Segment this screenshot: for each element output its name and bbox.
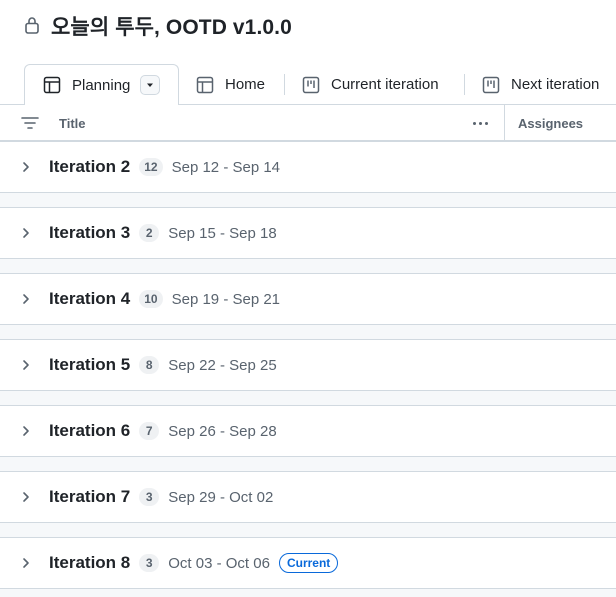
view-tabs: Planning Home Current iteration Next ite… xyxy=(0,64,616,106)
tab-planning[interactable]: Planning xyxy=(24,64,179,106)
item-count-badge: 3 xyxy=(139,554,160,572)
chevron-right-icon[interactable] xyxy=(21,557,31,569)
item-count-badge: 2 xyxy=(139,224,160,242)
column-menu-icon[interactable] xyxy=(466,116,494,130)
iteration-group-row[interactable]: Iteration 5 8 Sep 22 - Sep 25 xyxy=(0,339,616,391)
chevron-right-icon[interactable] xyxy=(21,491,31,503)
table-column-header: Title Assignees xyxy=(0,105,616,141)
iteration-name: Iteration 2 xyxy=(49,157,131,176)
iteration-name: Iteration 6 xyxy=(49,421,131,440)
iteration-name: Iteration 8 xyxy=(49,553,131,572)
board-icon xyxy=(302,76,320,93)
column-divider[interactable] xyxy=(504,105,505,141)
iteration-dates: Sep 29 - Oct 02 xyxy=(168,488,274,506)
tab-divider xyxy=(464,74,465,95)
chevron-right-icon[interactable] xyxy=(21,293,31,305)
iteration-group-row[interactable]: Iteration 6 7 Sep 26 - Sep 28 xyxy=(0,405,616,457)
iteration-dates: Sep 15 - Sep 18 xyxy=(168,224,277,242)
board-icon xyxy=(482,76,500,93)
iteration-group-row[interactable]: Iteration 8 3 Oct 03 - Oct 06 Current xyxy=(0,537,616,589)
item-count-badge: 12 xyxy=(139,158,163,176)
triangle-down-icon xyxy=(147,83,154,87)
tab-current-iteration[interactable]: Current iteration xyxy=(302,64,439,105)
item-count-badge: 8 xyxy=(139,356,160,374)
chevron-right-icon[interactable] xyxy=(21,359,31,371)
iteration-dates: Sep 26 - Sep 28 xyxy=(168,422,277,440)
iteration-name: Iteration 4 xyxy=(49,289,131,308)
table-icon xyxy=(196,76,214,93)
iteration-dates: Sep 12 - Sep 14 xyxy=(171,158,281,176)
iteration-groups: Iteration 2 12 Sep 12 - Sep 14 Iteration… xyxy=(0,141,616,597)
chevron-right-icon[interactable] xyxy=(21,161,31,173)
table-icon xyxy=(43,76,61,94)
tab-label: Current iteration xyxy=(331,76,439,93)
view-options-button[interactable] xyxy=(140,75,161,95)
iteration-name: Iteration 5 xyxy=(49,355,131,374)
tab-home[interactable]: Home xyxy=(196,64,265,105)
iteration-name: Iteration 3 xyxy=(49,223,131,242)
iteration-dates: Sep 22 - Sep 25 xyxy=(168,356,277,374)
tab-label: Planning xyxy=(72,76,131,94)
tab-next-iteration[interactable]: Next iteration xyxy=(482,64,599,105)
tab-divider xyxy=(284,74,285,95)
filter-icon[interactable] xyxy=(21,115,39,131)
iteration-dates: Sep 19 - Sep 21 xyxy=(171,290,281,308)
iteration-dates: Oct 03 - Oct 06 xyxy=(168,554,270,572)
iteration-group-row[interactable]: Iteration 7 3 Sep 29 - Oct 02 xyxy=(0,471,616,523)
iteration-name: Iteration 7 xyxy=(49,487,131,506)
column-assignees[interactable]: Assignees xyxy=(518,116,583,131)
column-title[interactable]: Title xyxy=(59,116,86,131)
project-header: 오늘의 투두, OOTD v1.0.0 xyxy=(0,0,616,64)
project-title: 오늘의 투두, OOTD v1.0.0 xyxy=(51,16,292,39)
item-count-badge: 10 xyxy=(139,290,163,308)
current-iteration-badge: Current xyxy=(278,553,339,573)
tab-label: Next iteration xyxy=(511,76,600,93)
iteration-group-row[interactable]: Iteration 3 2 Sep 15 - Sep 18 xyxy=(0,207,616,259)
iteration-group-row[interactable]: Iteration 4 10 Sep 19 - Sep 21 xyxy=(0,273,616,325)
chevron-right-icon[interactable] xyxy=(21,227,31,239)
item-count-badge: 7 xyxy=(139,422,160,440)
item-count-badge: 3 xyxy=(139,488,160,506)
tab-label: Home xyxy=(225,76,266,93)
iteration-group-row[interactable]: Iteration 2 12 Sep 12 - Sep 14 xyxy=(0,141,616,193)
lock-icon xyxy=(25,17,39,34)
chevron-right-icon[interactable] xyxy=(21,425,31,437)
